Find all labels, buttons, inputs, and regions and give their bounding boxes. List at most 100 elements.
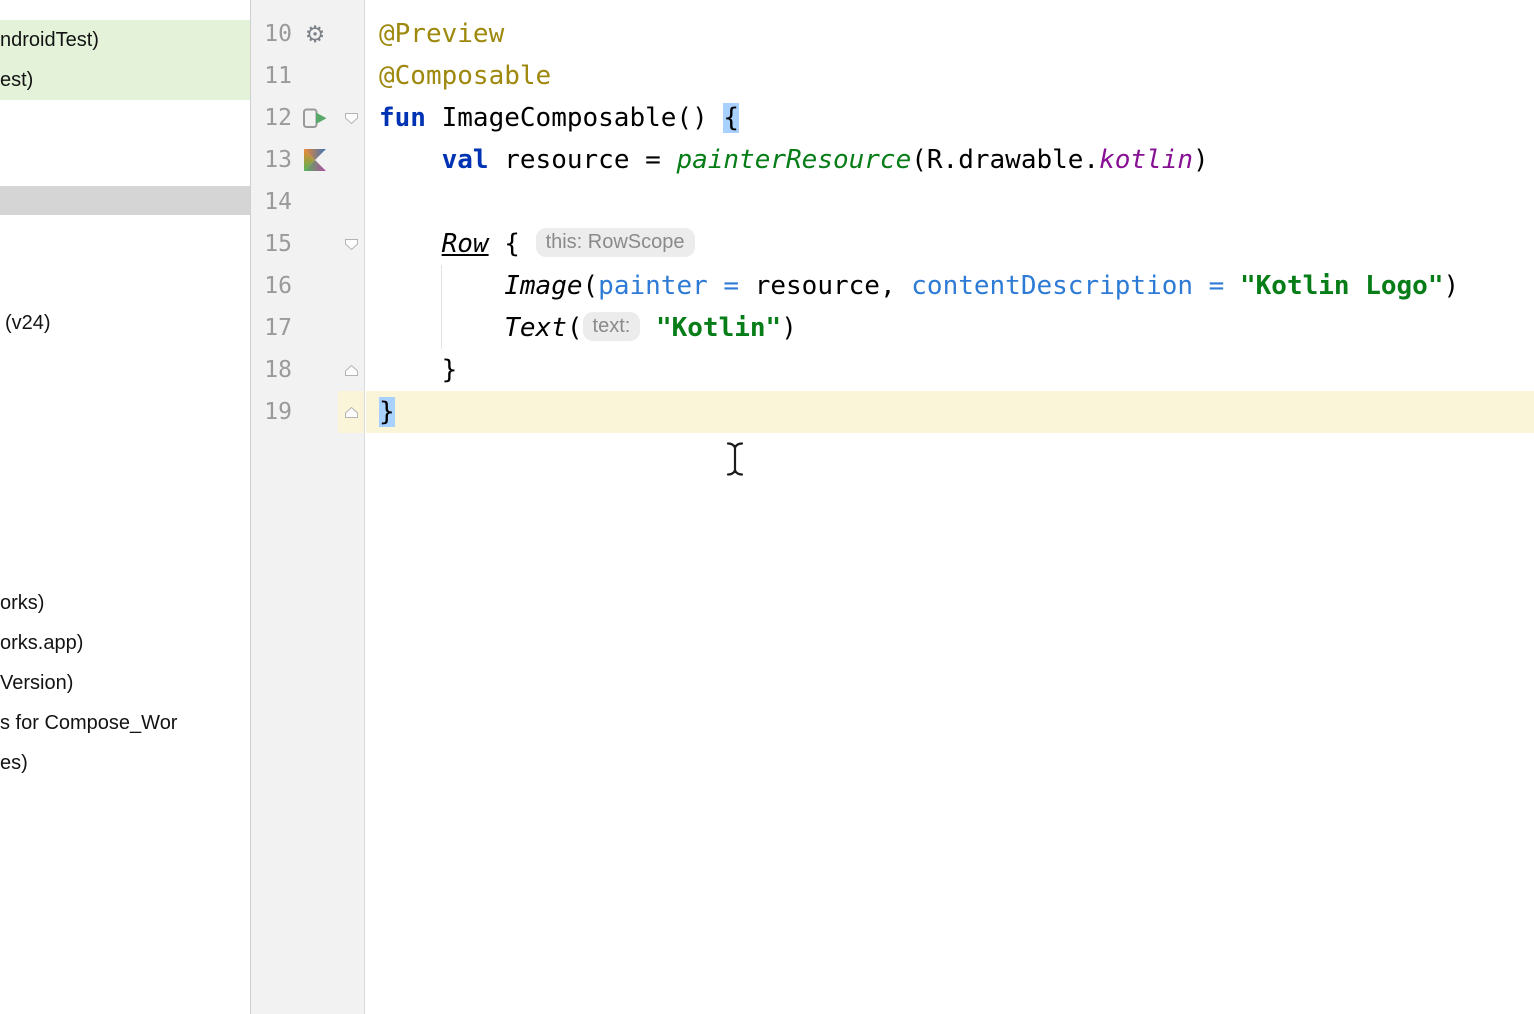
code-token: resource = bbox=[489, 145, 677, 175]
code-token bbox=[379, 145, 442, 175]
code-token: ) bbox=[1193, 145, 1209, 175]
code-token: } bbox=[379, 397, 395, 427]
gutter-row: 15 bbox=[251, 223, 364, 265]
code-token: ( bbox=[567, 313, 583, 343]
fold-strip bbox=[338, 13, 364, 55]
code-token: Row bbox=[442, 229, 489, 259]
code-token: "Kotlin Logo" bbox=[1240, 271, 1444, 301]
fold-strip bbox=[338, 55, 364, 97]
line-number[interactable]: 15 bbox=[262, 231, 292, 257]
code-line[interactable]: val resource = painterResource(R.drawabl… bbox=[366, 139, 1534, 181]
line-number[interactable]: 14 bbox=[262, 189, 292, 215]
gutter-row: 13 bbox=[251, 139, 364, 181]
fold-up-icon[interactable] bbox=[338, 391, 364, 433]
code-token: Image bbox=[504, 271, 582, 301]
line-number[interactable]: 13 bbox=[262, 147, 292, 173]
code-line[interactable] bbox=[366, 181, 1534, 223]
fold-down-icon[interactable] bbox=[338, 223, 364, 265]
project-tree-item[interactable]: orks) bbox=[0, 583, 250, 623]
project-tree-item[interactable]: est) bbox=[0, 60, 250, 100]
gutter-row: 17 bbox=[251, 307, 364, 349]
gutter-row: 18 bbox=[251, 349, 364, 391]
tree-item-label: orks) bbox=[0, 592, 44, 615]
code-token: Text bbox=[504, 313, 567, 343]
code-token: @Composable bbox=[379, 61, 551, 91]
run-preview-icon[interactable] bbox=[292, 97, 338, 139]
code-line[interactable]: Text(text: "Kotlin") bbox=[366, 307, 1534, 349]
fold-strip bbox=[338, 139, 364, 181]
tree-item-label: (v24) bbox=[0, 312, 51, 335]
project-tree-item[interactable]: es) bbox=[0, 743, 250, 783]
line-number[interactable]: 18 bbox=[262, 357, 292, 383]
fold-strip bbox=[338, 181, 364, 223]
gutter-row: 11 bbox=[251, 55, 364, 97]
gutter-icon-slot bbox=[292, 181, 338, 223]
code-token: fun bbox=[379, 103, 442, 133]
code-line[interactable]: fun ImageComposable() { bbox=[366, 97, 1534, 139]
code-token: @Preview bbox=[379, 19, 504, 49]
tree-item-label: Version) bbox=[0, 672, 73, 695]
code-line[interactable]: } bbox=[366, 349, 1534, 391]
code-token: kotlin bbox=[1099, 145, 1193, 175]
fold-up-icon[interactable] bbox=[338, 349, 364, 391]
gutter-icon-slot bbox=[292, 307, 338, 349]
line-number[interactable]: 19 bbox=[262, 399, 292, 425]
line-number[interactable]: 11 bbox=[262, 63, 292, 89]
gutter-row: 10⚙ bbox=[251, 13, 364, 55]
code-area[interactable]: @Preview @Composable fun ImageComposable()… bbox=[366, 0, 1534, 1014]
gutter-row: 14 bbox=[251, 181, 364, 223]
tree-item-label: s for Compose_Wor bbox=[0, 712, 177, 735]
code-line[interactable]: @Preview bbox=[366, 13, 1534, 55]
code-line[interactable]: @Composable bbox=[366, 55, 1534, 97]
inlay-hint: text: bbox=[583, 312, 641, 341]
tree-item-label: es) bbox=[0, 752, 28, 775]
code-token: painterResource bbox=[676, 145, 911, 175]
gutter-row: 19 bbox=[251, 391, 364, 433]
code-token: ( bbox=[583, 271, 599, 301]
code-token: contentDescription = bbox=[911, 271, 1240, 301]
line-number[interactable]: 16 bbox=[262, 273, 292, 299]
project-tree-item[interactable]: orks.app) bbox=[0, 623, 250, 663]
indent-guide bbox=[441, 265, 442, 349]
code-token: painter = bbox=[598, 271, 755, 301]
code-token: (R.drawable. bbox=[911, 145, 1099, 175]
line-number[interactable]: 12 bbox=[262, 105, 292, 131]
code-line[interactable]: Image(painter = resource, contentDescrip… bbox=[366, 265, 1534, 307]
code-token: val bbox=[442, 145, 489, 175]
code-token: } bbox=[379, 355, 457, 385]
code-token: resource, bbox=[755, 271, 912, 301]
code-token bbox=[640, 313, 656, 343]
fold-strip bbox=[338, 265, 364, 307]
project-tree-item[interactable]: Version) bbox=[0, 663, 250, 703]
inlay-hint: this: RowScope bbox=[536, 228, 695, 257]
code-token: { bbox=[723, 103, 739, 133]
code-token: ) bbox=[781, 313, 797, 343]
project-tree-item[interactable]: ndroidTest) bbox=[0, 20, 250, 60]
kotlin-logo-icon[interactable] bbox=[292, 139, 338, 181]
fold-strip bbox=[338, 307, 364, 349]
tree-item-label: est) bbox=[0, 69, 33, 92]
code-token: ImageComposable() bbox=[442, 103, 724, 133]
gutter-icon-slot bbox=[292, 391, 338, 433]
gutter-icon-slot bbox=[292, 265, 338, 307]
project-tree-panel[interactable]: ndroidTest) est) (v24) orks) orks.app) Versio… bbox=[0, 0, 251, 1014]
code-token: ) bbox=[1444, 271, 1460, 301]
project-tree-item[interactable] bbox=[0, 186, 250, 215]
editor-gutter[interactable]: 10⚙111213141516171819 bbox=[251, 0, 365, 1014]
line-number[interactable]: 10 bbox=[262, 21, 292, 47]
project-tree-item[interactable]: (v24) bbox=[0, 303, 250, 343]
line-number[interactable]: 17 bbox=[262, 315, 292, 341]
code-token: { bbox=[489, 229, 536, 259]
gutter-icon-slot bbox=[292, 55, 338, 97]
tree-item-label: orks.app) bbox=[0, 632, 83, 655]
project-tree-item[interactable]: s for Compose_Wor bbox=[0, 703, 250, 743]
fold-down-icon[interactable] bbox=[338, 97, 364, 139]
tree-item-label: ndroidTest) bbox=[0, 29, 99, 52]
code-line[interactable]: } bbox=[366, 391, 1534, 433]
gutter-row: 16 bbox=[251, 265, 364, 307]
gutter-icon-slot bbox=[292, 349, 338, 391]
gear-icon[interactable]: ⚙ bbox=[292, 13, 338, 55]
code-token bbox=[379, 229, 442, 259]
code-line[interactable]: Row { this: RowScope bbox=[366, 223, 1534, 265]
code-token: "Kotlin" bbox=[656, 313, 781, 343]
